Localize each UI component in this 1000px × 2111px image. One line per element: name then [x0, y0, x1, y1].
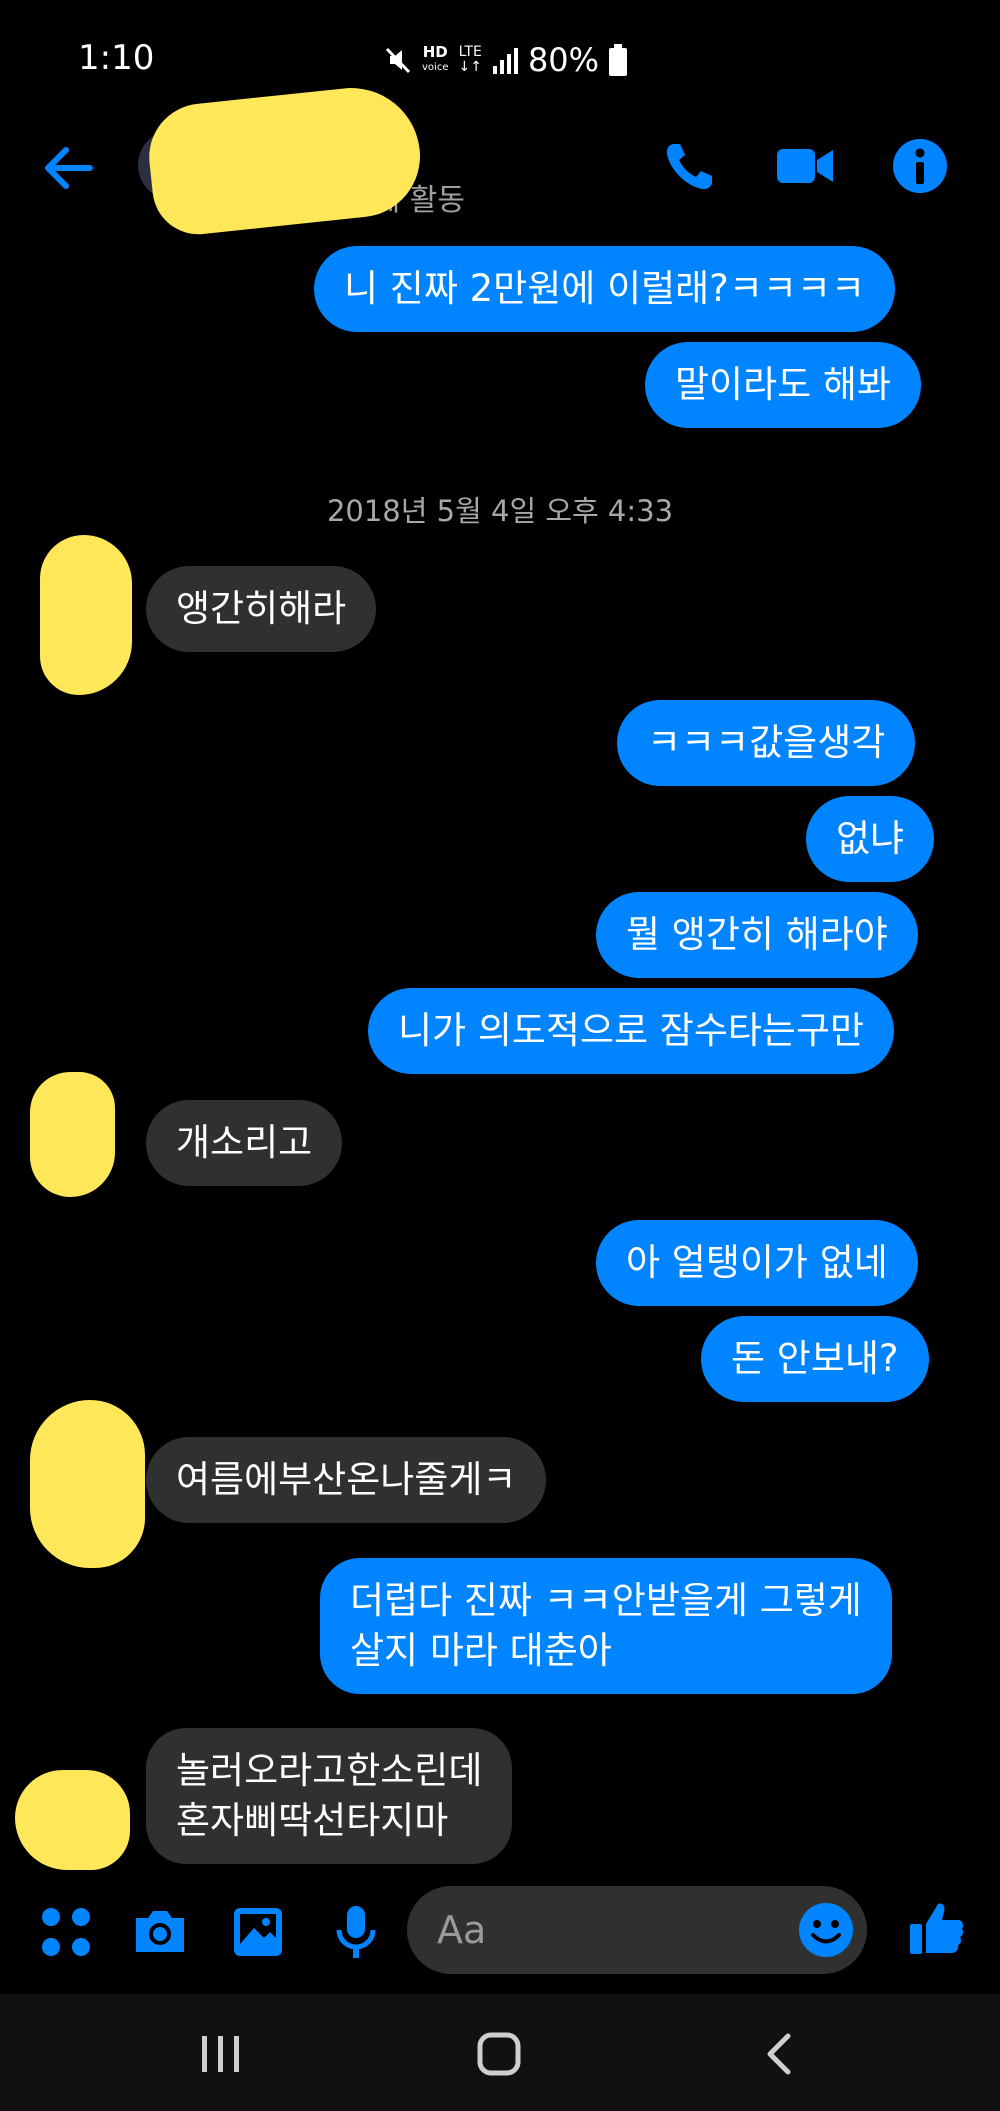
- redaction-mark: [30, 1400, 145, 1568]
- message-outgoing[interactable]: 돈 안보내?: [701, 1316, 929, 1402]
- lte-indicator: LTE ↓↑: [458, 44, 482, 75]
- message-incoming[interactable]: 앵간히해라: [146, 566, 377, 652]
- info-icon[interactable]: [890, 136, 950, 196]
- redaction-mark: [30, 1072, 115, 1197]
- redaction-mark: [40, 535, 132, 695]
- message-outgoing[interactable]: 뭘 앵간히 해라야: [596, 892, 918, 978]
- status-time: 1:10: [78, 38, 155, 78]
- home-icon[interactable]: [474, 2032, 524, 2076]
- message-outgoing[interactable]: ㅋㅋㅋ값을생각: [617, 700, 916, 786]
- hd-voice-indicator: HD voice: [422, 43, 449, 74]
- signal-icon: [492, 48, 518, 74]
- back-chevron-icon[interactable]: [760, 2032, 800, 2076]
- status-icons: HD voice LTE ↓↑ 80%: [384, 38, 628, 82]
- microphone-icon[interactable]: [326, 1902, 386, 1962]
- apps-grid-icon[interactable]: [36, 1902, 96, 1962]
- message-outgoing[interactable]: 없냐: [806, 796, 935, 882]
- gallery-icon[interactable]: [228, 1902, 288, 1962]
- message-input-placeholder: Aa: [437, 1908, 487, 1952]
- message-outgoing[interactable]: 아 얼탱이가 없네: [596, 1220, 918, 1306]
- video-camera-icon[interactable]: [775, 136, 835, 196]
- message-incoming[interactable]: 여름에부산온나줄게ㅋ: [146, 1437, 547, 1523]
- message-outgoing[interactable]: 말이라도 해봐: [645, 342, 922, 428]
- back-arrow-icon[interactable]: [38, 138, 98, 198]
- redaction-mark: [15, 1770, 130, 1870]
- recents-icon[interactable]: [196, 2032, 246, 2076]
- message-outgoing[interactable]: 니가 의도적으로 잠수타는구만: [368, 988, 895, 1074]
- phone-icon[interactable]: [660, 136, 720, 196]
- message-incoming[interactable]: 개소리고: [146, 1100, 343, 1186]
- timestamp-divider: 2018년 5월 4일 오후 4:33: [326, 494, 674, 528]
- mute-icon: [385, 47, 411, 74]
- message-outgoing[interactable]: 더럽다 진짜 ㅋㅋ안받을게 그렇게 살지 마라 대춘아: [320, 1558, 892, 1694]
- battery-icon: [609, 44, 628, 76]
- message-outgoing[interactable]: 니 진짜 2만원에 이럴래?ㅋㅋㅋㅋ: [314, 246, 895, 332]
- emoji-icon[interactable]: [796, 1900, 856, 1960]
- message-incoming[interactable]: 놀러오라고한소린데 혼자삐딱선타지마: [146, 1728, 513, 1864]
- battery-percent: 80%: [527, 41, 600, 79]
- camera-icon[interactable]: [130, 1902, 190, 1962]
- thumbs-up-icon[interactable]: [906, 1898, 966, 1958]
